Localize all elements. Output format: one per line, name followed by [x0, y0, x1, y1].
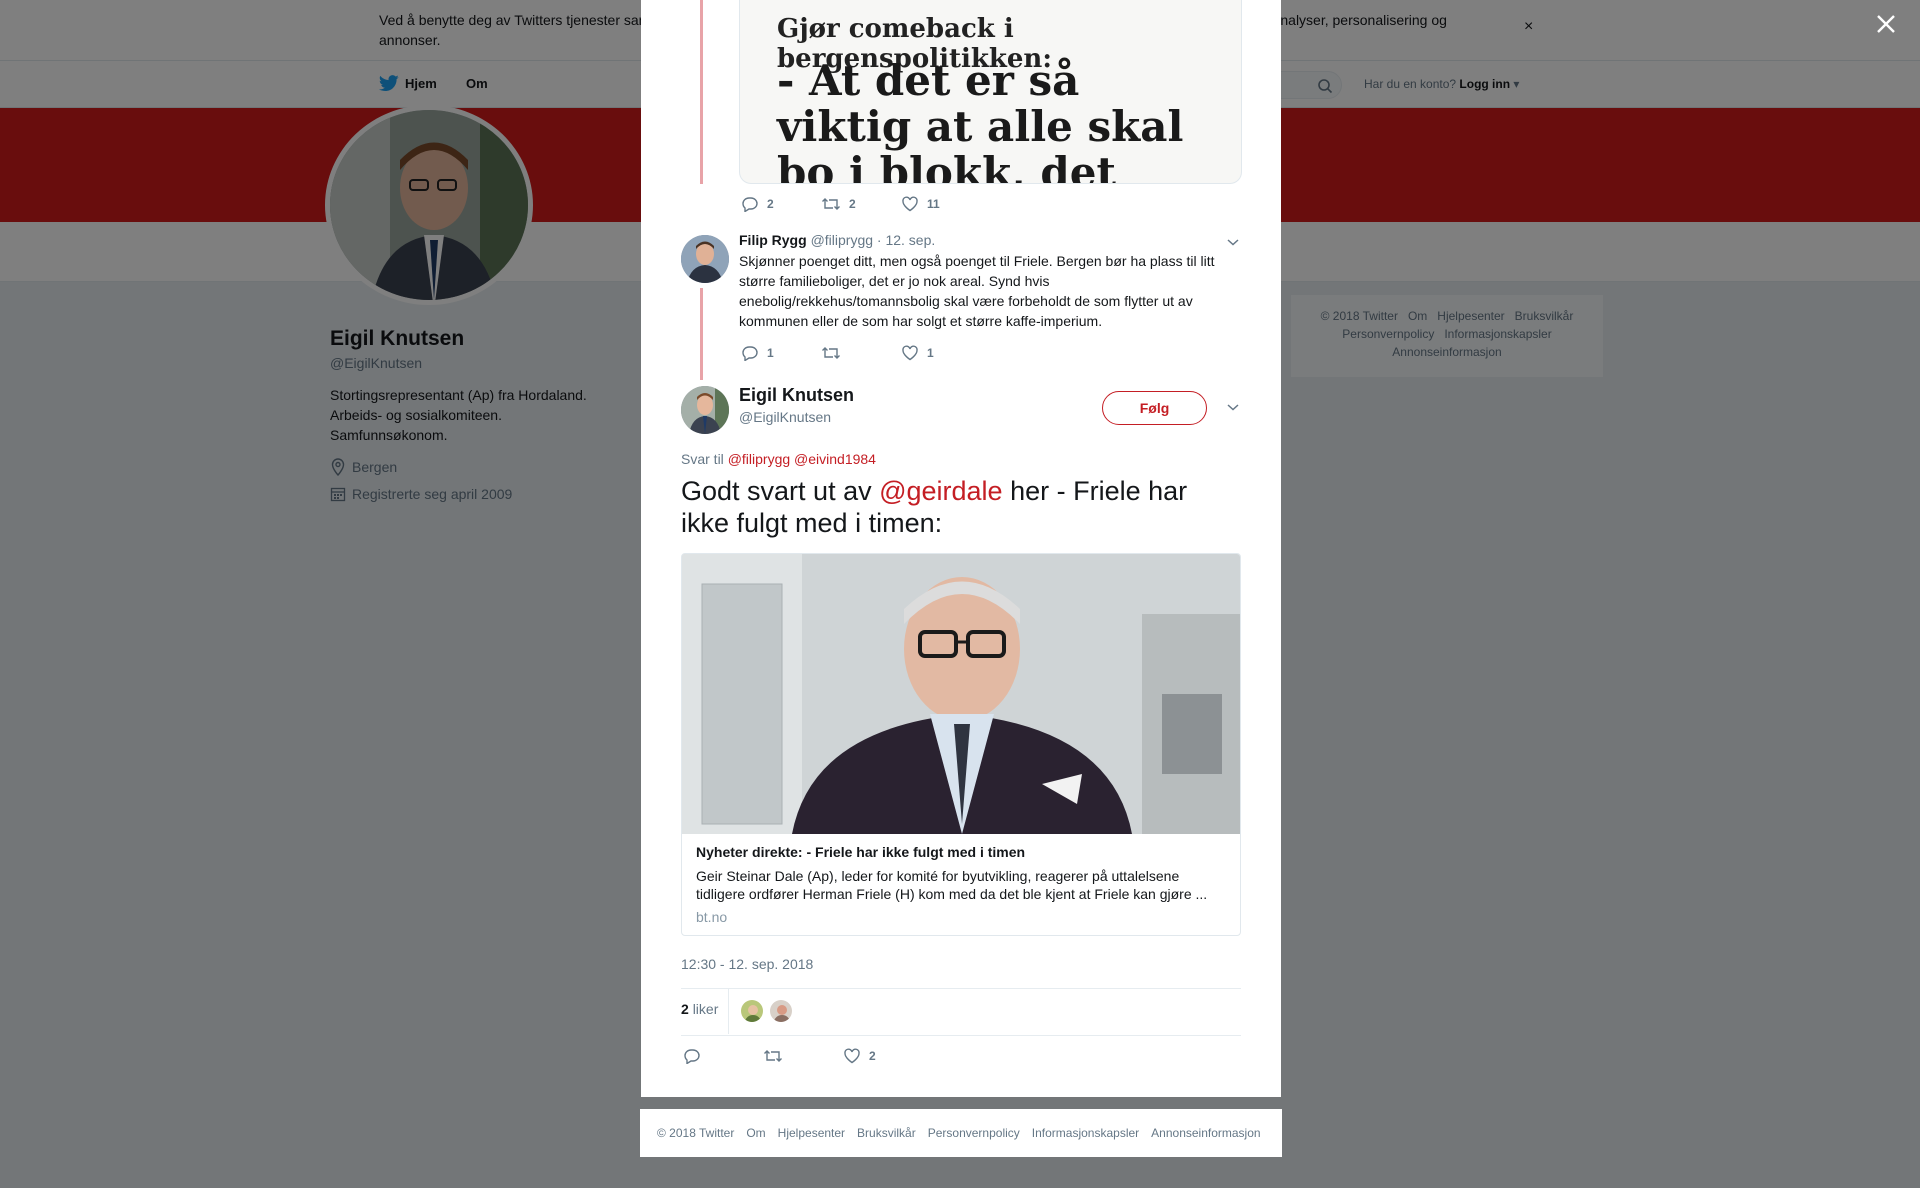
reply-to-mention[interactable]: @filiprygg: [728, 451, 790, 467]
like-count: 11: [927, 197, 940, 211]
like-count: 1: [927, 346, 934, 360]
retweet-action[interactable]: [763, 1048, 843, 1064]
reply-date[interactable]: · 12. sep.: [877, 232, 935, 248]
close-icon[interactable]: [1874, 12, 1898, 36]
reply-to-mention[interactable]: @eivind1984: [794, 451, 876, 467]
reply-to-line: Svar til @filiprygg @eivind1984: [681, 451, 876, 467]
heart-icon: [902, 196, 918, 212]
thread-tweet-image[interactable]: Gjør comeback i bergenspolitikken: - At …: [739, 0, 1242, 184]
reply-tweet-actions: 1 1: [741, 345, 934, 361]
reply-header: Filip Rygg @filiprygg · 12. sep.: [739, 232, 935, 248]
retweet-icon: [764, 1050, 782, 1062]
reply-author-name[interactable]: Filip Rygg: [739, 232, 807, 248]
heart-icon: [844, 1048, 860, 1064]
divider: [681, 1035, 1241, 1036]
retweet-icon: [822, 198, 840, 210]
main-author-avatar[interactable]: [681, 386, 729, 434]
reply-to-prefix: Svar til: [681, 451, 724, 467]
reply-icon: [684, 1049, 700, 1064]
reply-count: 1: [767, 346, 774, 360]
reply-action[interactable]: 2: [741, 196, 821, 212]
liker-avatar[interactable]: [740, 999, 764, 1023]
likes-summary[interactable]: 2 liker: [681, 1001, 718, 1017]
reply-action[interactable]: [683, 1048, 763, 1064]
link-card-title: Nyheter direkte: - Friele har ikke fulgt…: [696, 844, 1026, 860]
footer-link-privacy[interactable]: Personvernpolicy: [928, 1126, 1020, 1140]
reply-text: Skjønner poenget ditt, men også poenget …: [739, 253, 1215, 329]
chevron-down-icon[interactable]: [1226, 235, 1240, 249]
footer-link-about[interactable]: Om: [746, 1126, 765, 1140]
reply-action[interactable]: 1: [741, 345, 821, 361]
main-tweet-actions: 2: [683, 1048, 876, 1064]
reply-icon: [742, 346, 758, 361]
main-author-handle[interactable]: @EigilKnutsen: [739, 409, 831, 425]
main-author-name[interactable]: Eigil Knutsen: [739, 385, 854, 406]
like-action[interactable]: 1: [901, 345, 934, 361]
reply-icon: [742, 197, 758, 212]
retweet-action[interactable]: 2: [821, 196, 901, 212]
like-action[interactable]: 2: [843, 1048, 876, 1064]
retweet-icon: [822, 347, 840, 359]
thread-line: [700, 0, 703, 184]
thread-tweet-actions: 2 2 11: [741, 196, 940, 212]
follow-button[interactable]: Følg: [1102, 391, 1207, 425]
footer-link-help[interactable]: Hjelpesenter: [778, 1126, 845, 1140]
retweet-count: 2: [849, 197, 856, 211]
tweet-mention-link[interactable]: @geirdale: [879, 476, 1002, 506]
likes-number: 2: [681, 1001, 689, 1017]
heart-icon: [902, 345, 918, 361]
footer-link-cookies[interactable]: Informasjonskapsler: [1032, 1126, 1139, 1140]
like-action[interactable]: 11: [901, 196, 940, 212]
chevron-down-icon[interactable]: [1226, 400, 1240, 414]
footer-copyright: © 2018 Twitter: [657, 1126, 735, 1140]
likes-label: liker: [692, 1001, 719, 1017]
footer-link-terms[interactable]: Bruksvilkår: [857, 1126, 916, 1140]
like-count: 2: [869, 1049, 876, 1063]
main-tweet-text: Godt svart ut av @geirdale her - Friele …: [681, 475, 1241, 539]
retweet-action[interactable]: [821, 345, 901, 361]
reply-author-handle[interactable]: @filiprygg: [811, 232, 873, 248]
reply-author-avatar[interactable]: [681, 235, 729, 283]
liker-avatar[interactable]: [769, 999, 793, 1023]
link-card-description: Geir Steinar Dale (Ap), leder for komité…: [696, 868, 1208, 902]
modal-footer: © 2018 Twitter Om Hjelpesenter Bruksvilk…: [640, 1109, 1282, 1157]
divider: [728, 989, 729, 1034]
reply-count: 2: [767, 197, 774, 211]
footer-link-ads-info[interactable]: Annonseinformasjon: [1151, 1126, 1260, 1140]
divider: [681, 988, 1241, 989]
link-card[interactable]: Nyheter direkte: - Friele har ikke fulgt…: [681, 553, 1241, 936]
thread-line: [700, 288, 703, 380]
image-headline-big: - At det er så viktig at alle skal bo i …: [777, 56, 1184, 184]
link-card-image: [682, 554, 1240, 834]
tweet-timestamp[interactable]: 12:30 - 12. sep. 2018: [681, 956, 813, 972]
tweet-text-part: Godt svart ut av: [681, 476, 880, 506]
link-card-domain: bt.no: [696, 909, 728, 925]
